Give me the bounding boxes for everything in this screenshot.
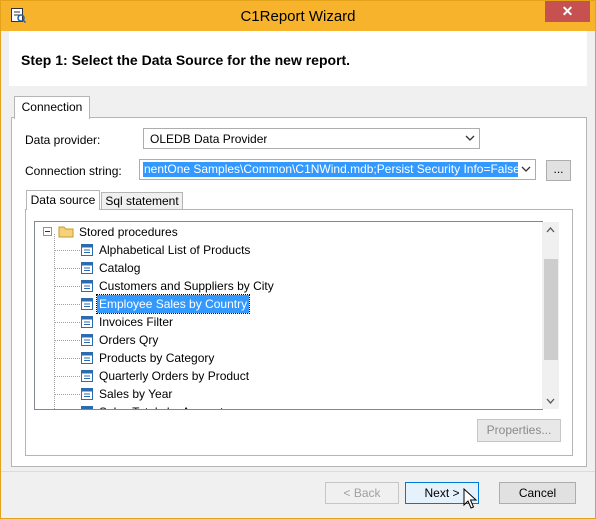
stored-procedure-icon	[81, 370, 93, 382]
stored-procedure-icon	[81, 298, 93, 310]
tree-item-label: Customers and Suppliers by City	[99, 279, 274, 293]
browse-button[interactable]: ...	[546, 160, 571, 181]
scrollbar-thumb[interactable]	[544, 259, 558, 360]
stored-procedure-icon	[81, 406, 93, 409]
scroll-up-icon[interactable]	[546, 226, 555, 234]
wizard-window: C1Report Wizard ✕ Step 1: Select the Dat…	[0, 0, 596, 519]
footer-separator	[1, 471, 595, 472]
data-provider-label: Data provider:	[25, 133, 101, 147]
scroll-down-icon[interactable]	[546, 397, 555, 405]
tab-connection[interactable]: Connection	[14, 96, 90, 119]
back-button[interactable]: < Back	[325, 482, 399, 504]
tree-item-label: Employee Sales by Country	[95, 294, 251, 314]
tree-scrollbar[interactable]	[542, 222, 559, 409]
cancel-button[interactable]: Cancel	[499, 482, 576, 504]
connection-string-input[interactable]: nentOne Samples\Common\C1NWind.mdb;Persi…	[139, 159, 536, 180]
stored-procedure-icon	[81, 334, 93, 346]
tab-data-source[interactable]: Data source	[26, 190, 100, 210]
close-button[interactable]: ✕	[545, 1, 590, 22]
chevron-down-icon	[521, 166, 531, 172]
step-title: Step 1: Select the Data Source for the n…	[21, 52, 351, 68]
tree-item-label: Alphabetical List of Products	[99, 243, 251, 257]
connection-string-value: nentOne Samples\Common\C1NWind.mdb;Persi…	[143, 162, 518, 177]
tree-item-label: Invoices Filter	[99, 315, 174, 329]
tree-item-label: Quarterly Orders by Product	[99, 369, 250, 383]
chevron-down-icon	[465, 135, 475, 141]
collapse-icon[interactable]	[43, 227, 52, 236]
tree-item-label: Sales by Year	[99, 387, 173, 401]
data-provider-value: OLEDB Data Provider	[150, 132, 268, 146]
window-title: C1Report Wizard	[240, 8, 356, 25]
tree-item-label: Catalog	[99, 261, 141, 275]
stored-procedure-icon	[81, 262, 93, 274]
tree-item-label: Sales Totals by Amount	[97, 403, 226, 409]
mouse-cursor-icon	[463, 488, 478, 509]
title-bar: C1Report Wizard ✕	[1, 1, 595, 31]
stored-procedures-tree[interactable]: Stored procedures Alphabetical List of P…	[34, 221, 543, 410]
stored-procedure-icon	[81, 388, 93, 400]
tab-sql-statement[interactable]: Sql statement	[101, 192, 183, 210]
folder-icon	[58, 226, 74, 238]
properties-button[interactable]: Properties...	[477, 419, 561, 442]
tree-item-label: Products by Category	[99, 351, 215, 365]
connection-string-label: Connection string:	[25, 164, 122, 178]
wizard-header: Step 1: Select the Data Source for the n…	[9, 31, 587, 86]
tree-item-label: Orders Qry	[99, 333, 159, 347]
tree-root-label: Stored procedures	[79, 225, 178, 239]
data-provider-select[interactable]: OLEDB Data Provider	[143, 128, 480, 149]
stored-procedure-icon	[81, 244, 93, 256]
stored-procedure-icon	[81, 352, 93, 364]
stored-procedure-icon	[81, 316, 93, 328]
stored-procedure-icon	[81, 280, 93, 292]
